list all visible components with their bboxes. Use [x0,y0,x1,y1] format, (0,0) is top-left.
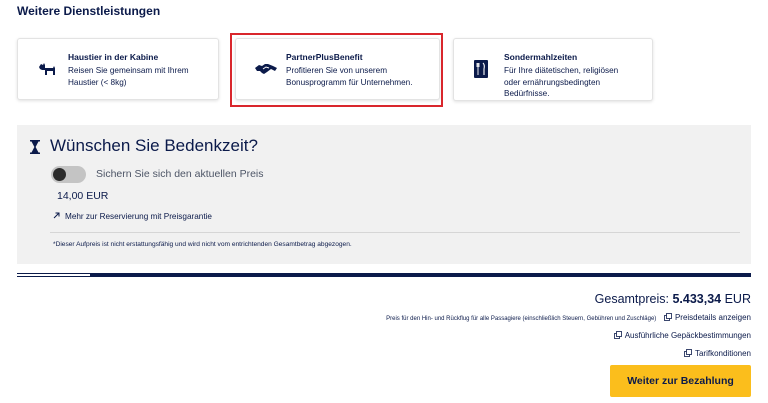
progress-bar [17,273,751,277]
meal-icon [472,59,494,79]
section-title: Weitere Dienstleistungen [17,4,161,18]
disclaimer-text: *Dieser Aufpreis ist nicht erstattungsfä… [53,241,352,248]
selection-highlight [230,33,443,107]
dog-icon [36,59,58,79]
continue-to-payment-button[interactable]: Weiter zur Bezahlung [610,365,751,397]
card-title: Sondermahlzeiten [504,52,578,62]
baggage-rules-link[interactable]: Ausführliche Gepäckbestimmungen [612,331,751,340]
reservation-info-link[interactable]: Mehr zur Reservierung mit Preisgarantie [53,212,212,221]
divider [50,232,740,233]
toggle-label: Sichern Sie sich den aktuellen Preis [96,168,264,180]
external-link-icon [664,313,672,321]
card-description: Reisen Sie gemeinsam mit Ihrem Haustier … [68,66,189,87]
price-hold-toggle[interactable] [51,166,86,183]
price-hold-amount: 14,00 EUR [57,190,109,202]
price-details-link[interactable]: Preisdetails anzeigen [662,313,751,322]
card-title: Haustier in der Kabine [68,52,159,62]
service-card-special-meals[interactable]: Sondermahlzeiten Für Ihre diätetischen, … [453,38,653,101]
external-link-icon [684,349,692,357]
toggle-knob [53,168,66,181]
card-description: Für Ihre diätetischen, religiösen oder e… [504,66,619,98]
service-card-pet[interactable]: Haustier in der Kabine Reisen Sie gemein… [17,38,219,100]
hourglass-icon [30,140,40,154]
arrow-up-right-icon [53,212,62,221]
bedenkzeit-title: Wünschen Sie Bedenkzeit? [50,136,258,155]
total-price: Gesamtpreis: 5.433,34 EUR [594,292,751,306]
price-note: Preis für den Hin- und Rückflug für alle… [386,313,751,322]
external-link-icon [613,331,622,339]
total-value: 5.433,34 [672,292,722,306]
tariff-conditions-link[interactable]: Tarifkonditionen [682,349,751,358]
progress-fill [17,274,90,276]
